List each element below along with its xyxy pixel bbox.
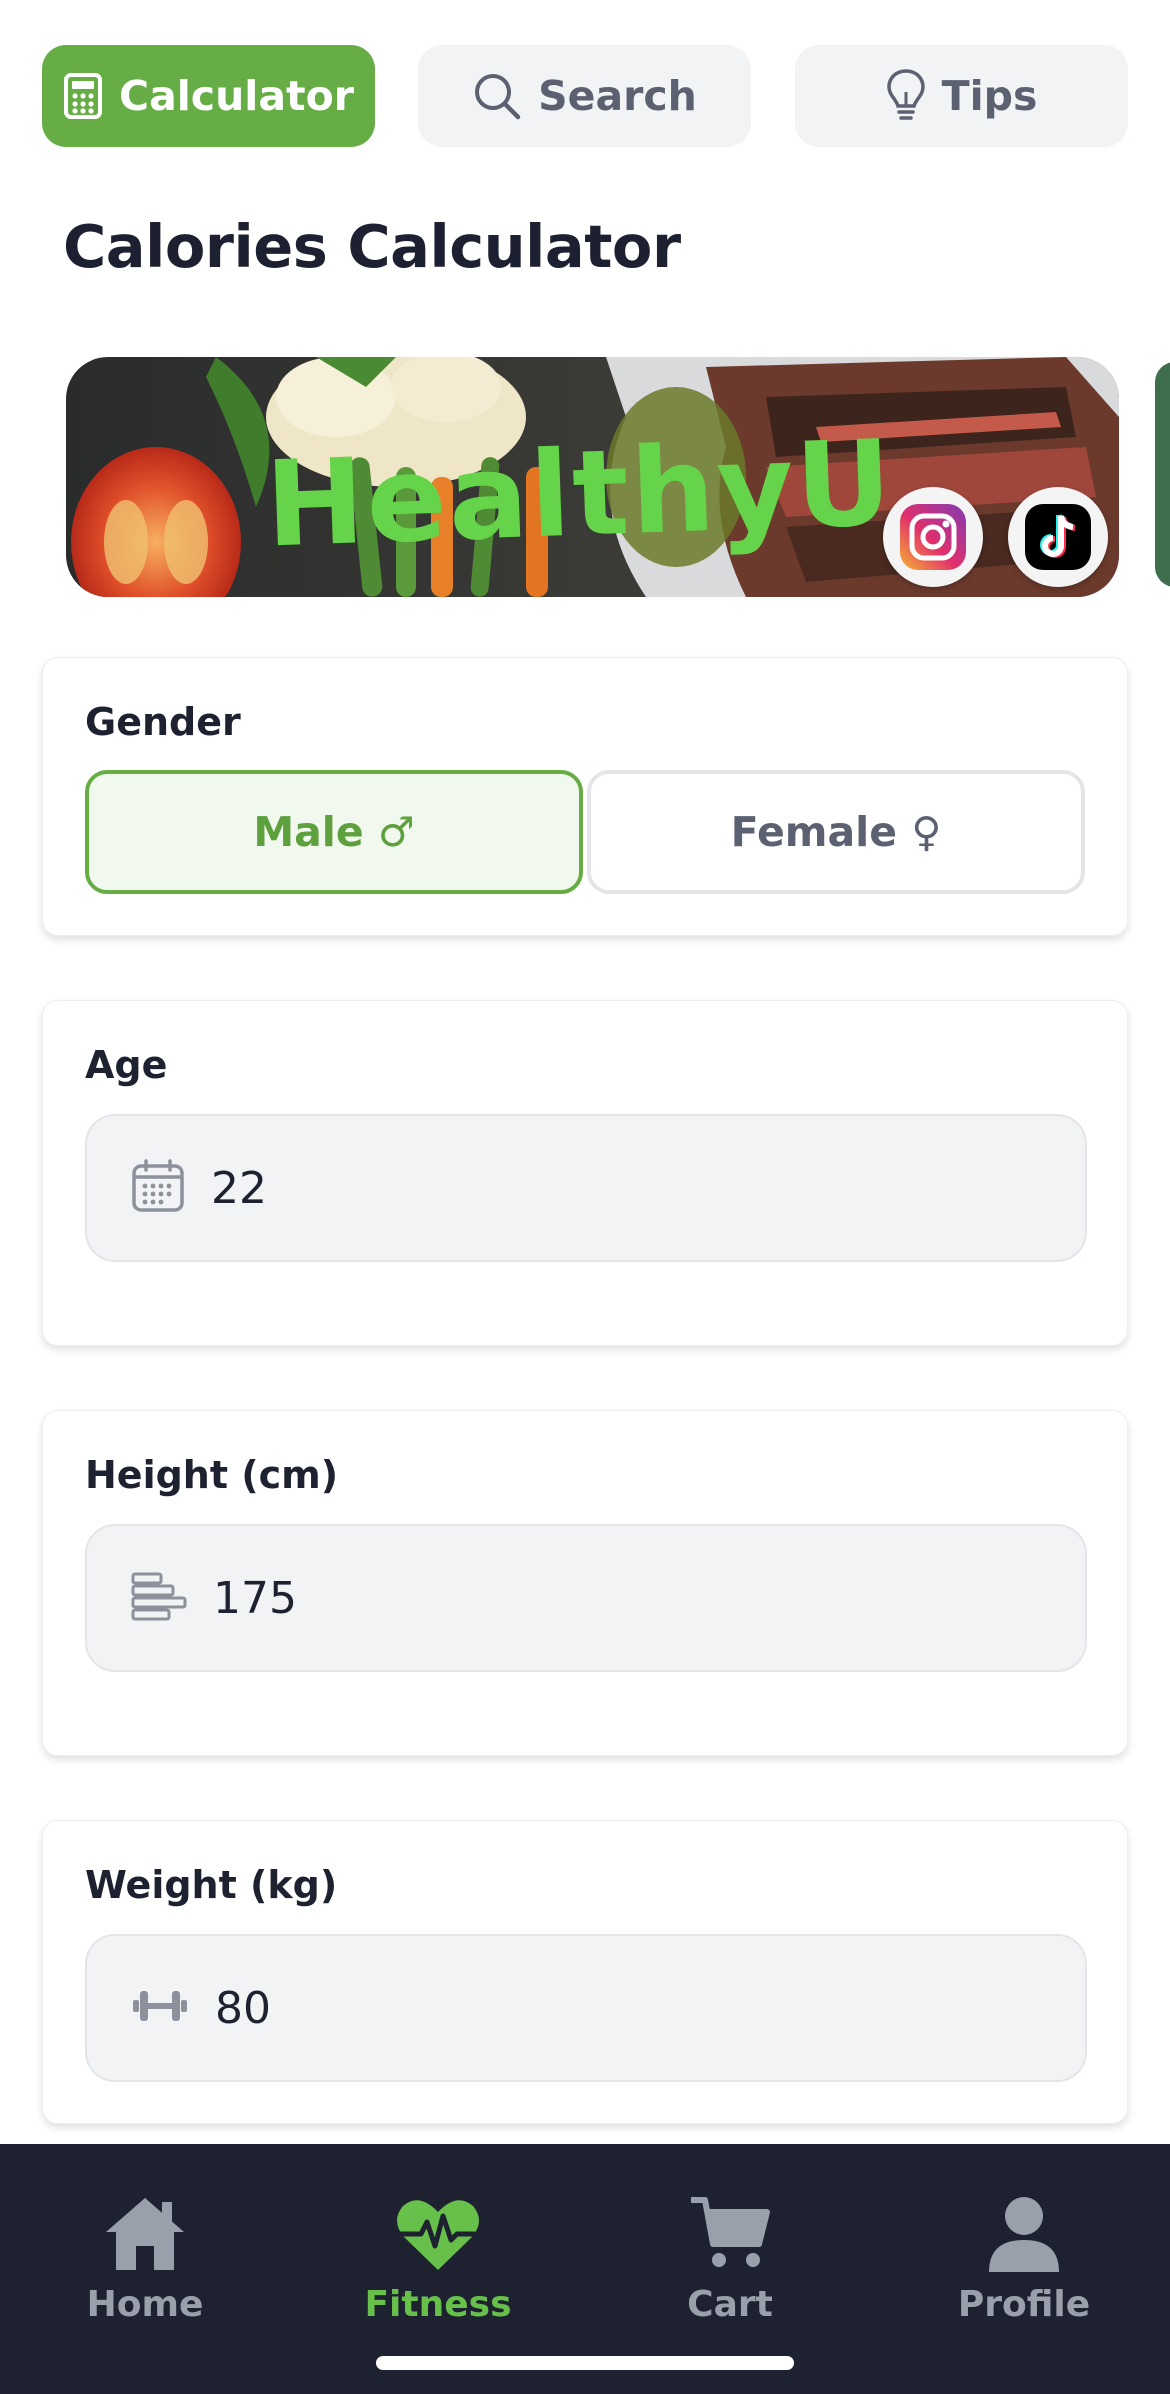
tab-tips[interactable]: Tips <box>795 45 1128 147</box>
male-option-label: Male ♂ <box>253 808 415 856</box>
search-icon <box>472 71 522 121</box>
cart-icon <box>687 2194 773 2278</box>
height-label: Height (cm) <box>85 1453 339 1497</box>
female-option-label: Female ♀ <box>730 808 942 856</box>
tab-tips-label: Tips <box>941 72 1038 120</box>
lightbulb-icon <box>886 68 926 124</box>
weight-card: Weight (kg) 80 <box>42 1820 1128 2124</box>
age-input[interactable]: 22 <box>85 1114 1087 1262</box>
male-option-button[interactable]: Male ♂ <box>85 770 583 894</box>
gender-card: Gender Male ♂ Female ♀ <box>42 657 1128 936</box>
weight-input[interactable]: 80 <box>85 1934 1087 2082</box>
next-banner-peek[interactable] <box>1155 362 1170 587</box>
instagram-icon[interactable] <box>883 487 983 587</box>
nav-fitness[interactable]: Fitness <box>328 2194 548 2334</box>
weight-label: Weight (kg) <box>85 1863 338 1907</box>
ruler-icon <box>131 1571 187 1625</box>
height-value: 175 <box>213 1572 297 1624</box>
calories-calculator-screen: Calculator Search Tips Calories Calculat… <box>0 0 1170 2394</box>
nav-home-label: Home <box>86 2284 204 2325</box>
height-card: Height (cm) 175 <box>42 1410 1128 1756</box>
calendar-icon <box>131 1159 185 1217</box>
nav-cart-label: Cart <box>687 2284 773 2325</box>
height-input[interactable]: 175 <box>85 1524 1087 1672</box>
top-tab-bar: Calculator Search Tips <box>42 45 1128 147</box>
nav-fitness-label: Fitness <box>364 2284 512 2325</box>
tab-search-label: Search <box>538 72 697 120</box>
home-icon <box>102 2194 188 2278</box>
nav-profile-label: Profile <box>957 2284 1091 2325</box>
female-option-button[interactable]: Female ♀ <box>587 770 1085 894</box>
gender-label: Gender <box>85 700 241 744</box>
age-label: Age <box>85 1043 168 1087</box>
page-title: Calories Calculator <box>63 212 681 281</box>
heartbeat-icon <box>395 2194 481 2278</box>
age-value: 22 <box>211 1162 267 1214</box>
tab-calculator[interactable]: Calculator <box>42 45 375 147</box>
nav-home[interactable]: Home <box>35 2194 255 2334</box>
weight-value: 80 <box>215 1982 271 2034</box>
nav-cart[interactable]: Cart <box>620 2194 840 2334</box>
tab-calculator-label: Calculator <box>118 72 354 120</box>
age-card: Age 22 <box>42 1000 1128 1346</box>
dumbbell-icon <box>131 1986 189 2030</box>
tab-search[interactable]: Search <box>418 45 751 147</box>
profile-icon <box>981 2194 1067 2278</box>
home-indicator <box>376 2356 794 2370</box>
banner-brand-text: HealthyU <box>263 414 895 574</box>
calculator-icon <box>63 73 103 119</box>
nav-profile[interactable]: Profile <box>914 2194 1134 2334</box>
tiktok-icon[interactable] <box>1008 487 1108 587</box>
